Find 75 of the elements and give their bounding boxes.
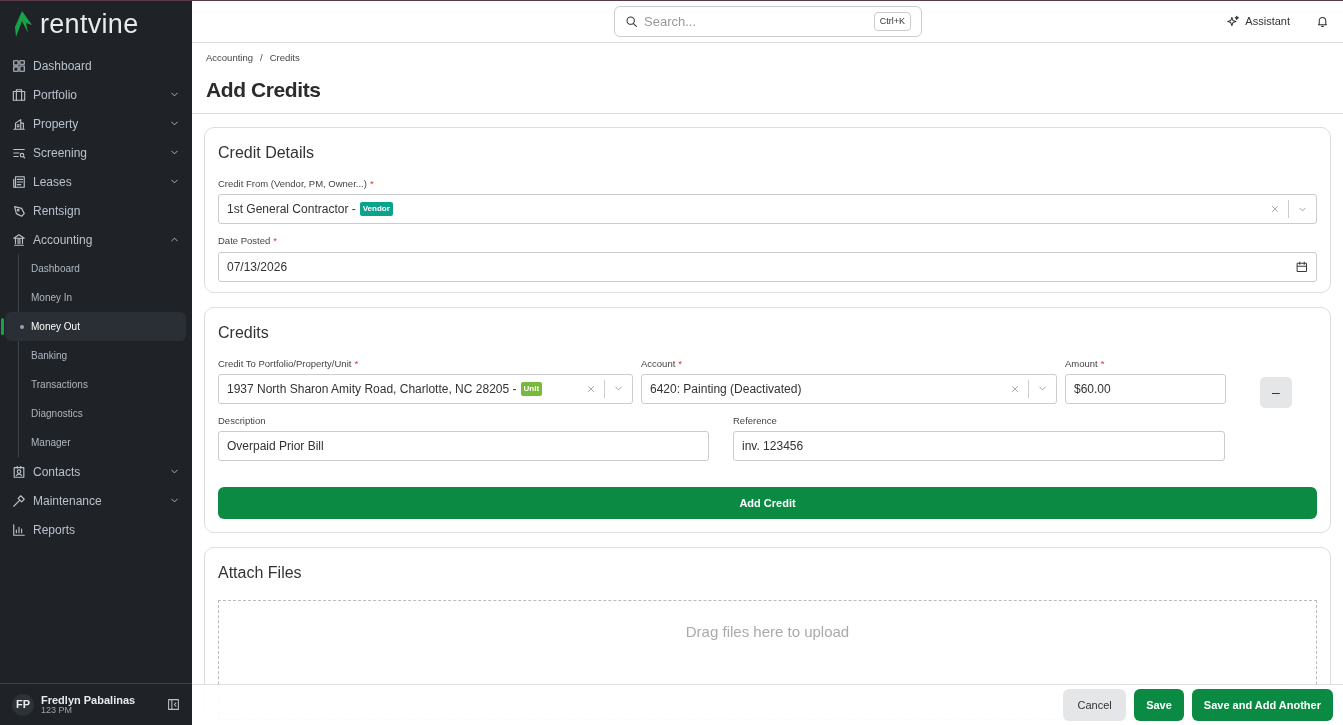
sidebar-subitem[interactable]: Banking [19, 341, 186, 370]
building-icon [12, 116, 26, 131]
hammer-icon [12, 493, 26, 508]
sidebar-item[interactable]: Reports [0, 515, 192, 544]
sidebar-item[interactable]: Contacts [0, 457, 192, 486]
briefcase-icon [12, 87, 26, 102]
sidebar-item[interactable]: Screening [0, 138, 192, 167]
required-mark: * [1100, 356, 1105, 371]
clear-icon [586, 383, 596, 394]
input-field[interactable]: inv. 123456 [733, 431, 1225, 461]
bar-chart-icon [12, 522, 26, 537]
breadcrumb-separator: / [260, 51, 263, 65]
tag-label: Vendor [359, 202, 393, 217]
collapse-sidebar-icon [167, 698, 180, 711]
section-title: Attach Files [218, 563, 303, 583]
required-mark: * [678, 356, 683, 371]
field-label: Amount [1065, 356, 1098, 371]
sparkle-icon [1227, 15, 1241, 28]
sidebar-item[interactable]: Portfolio [0, 80, 192, 109]
required-mark: * [369, 177, 374, 191]
breadcrumb-link[interactable]: Credits [269, 51, 300, 66]
field-label: Credit To Portfolio/Property/Unit [218, 356, 352, 371]
sidebar-item[interactable]: Leases [0, 167, 192, 196]
document-icon [12, 174, 26, 189]
select-field[interactable]: 1937 North Sharon Amity Road, Charlotte, NC 28205 - Unit [218, 373, 633, 404]
sidebar-item[interactable]: Rentsign [0, 196, 192, 225]
field-label: Credit From (Vendor, PM, Owner...) [218, 177, 367, 191]
sidebar-subitem[interactable]: Manager [19, 428, 186, 457]
required-mark: * [273, 234, 277, 249]
search-icon [625, 15, 638, 28]
sidebar-subitem[interactable]: Dashboard [19, 254, 186, 283]
input-field[interactable]: $60.00 [1065, 373, 1226, 404]
remove-button[interactable]: – [1260, 376, 1292, 408]
date-field[interactable]: 07/13/2026 [218, 251, 1317, 282]
logo-icon [14, 11, 34, 37]
sidebar-item[interactable]: Maintenance [0, 486, 192, 515]
sidebar-subitem[interactable]: Money In [19, 283, 186, 312]
field-label: Reference [733, 413, 777, 428]
search-field[interactable]: Search... Ctrl+K [614, 6, 922, 37]
save-button[interactable]: Save and Add Another [1191, 689, 1333, 721]
clear-icon [1270, 204, 1280, 215]
select-field[interactable]: 6420: Painting (Deactivated) [641, 373, 1057, 404]
bell-icon [1316, 15, 1329, 28]
tag-label: Unit [520, 381, 543, 396]
required-mark: * [354, 356, 359, 371]
logo-text: rentvine [40, 10, 139, 38]
section-title: Credits [218, 322, 270, 343]
save-button[interactable]: Save [1134, 689, 1184, 721]
section-title: Credit Details [218, 143, 316, 163]
select-field[interactable]: 1st General Contractor - Vendor [218, 194, 1317, 225]
user-role: 123 PM [41, 705, 73, 716]
field-label: Description [218, 413, 266, 428]
cancel-button[interactable]: Cancel [1063, 689, 1127, 721]
sidebar-item[interactable]: Accounting [0, 225, 192, 254]
assistant-button[interactable]: Assistant [1227, 13, 1290, 30]
dropzone-text: Drag files here to upload [685, 622, 850, 642]
clear-icon [1010, 383, 1020, 394]
user-name: Fredlyn Pabalinas [41, 693, 136, 706]
sidebar-subitem[interactable]: Diagnostics [19, 399, 186, 428]
add-credit-button[interactable]: Add Credit [218, 487, 1317, 519]
calendar-icon [1296, 260, 1308, 273]
pen-icon [12, 203, 26, 218]
page-title: Add Credits [206, 77, 322, 104]
sidebar-subitem[interactable]: Transactions [19, 370, 186, 399]
field-label: Account [641, 356, 676, 371]
sidebar-item[interactable]: Property [0, 109, 192, 138]
field-label: Date Posted [218, 234, 271, 249]
breadcrumb-link[interactable]: Accounting [206, 51, 253, 66]
shortcut-hint: Ctrl+K [873, 11, 911, 32]
grid-icon [12, 58, 26, 73]
input-field[interactable]: Overpaid Prior Bill [218, 431, 709, 461]
avatar: FP [12, 693, 34, 716]
sidebar-item[interactable]: Dashboard [0, 51, 192, 80]
contact-card-icon [12, 464, 26, 479]
bank-icon [12, 232, 26, 247]
